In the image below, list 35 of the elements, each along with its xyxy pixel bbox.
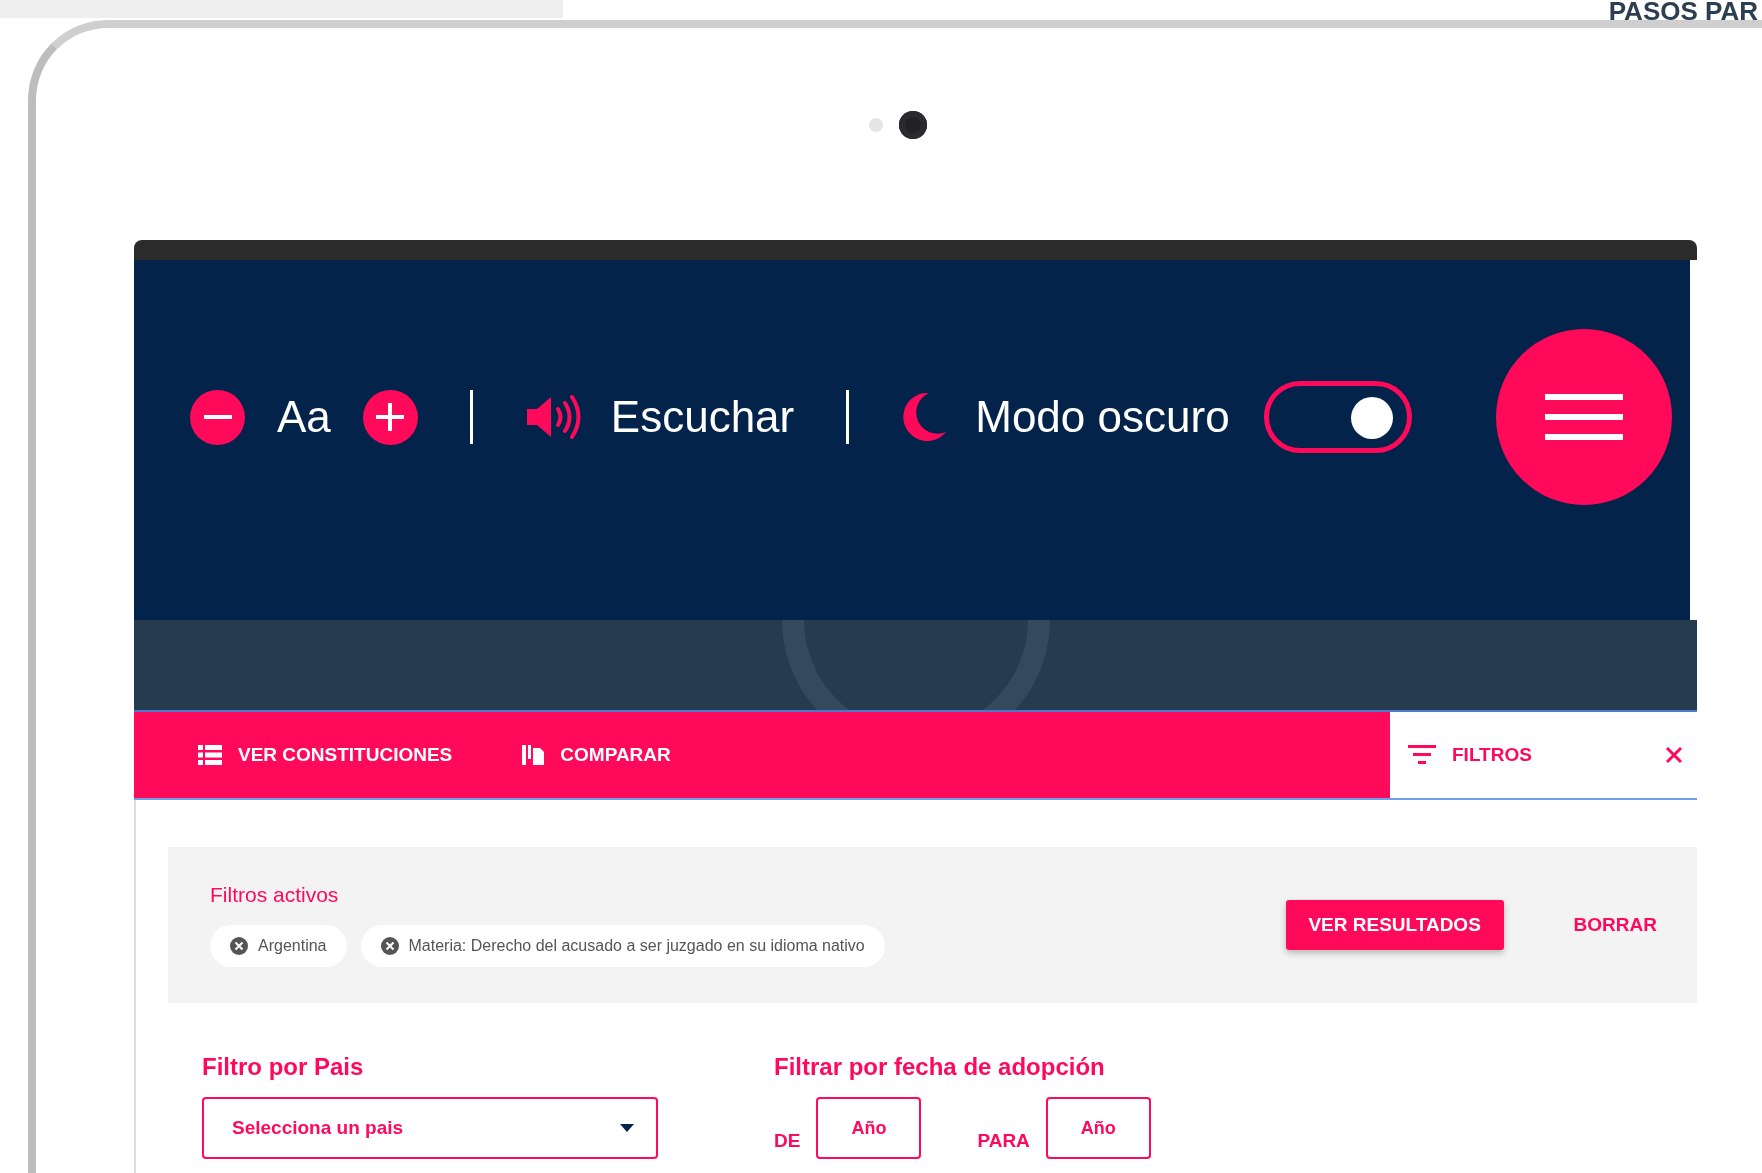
dark-mode-label: Modo oscuro [975,392,1230,442]
caret-icon [620,1124,634,1132]
nav-tab[interactable]: COMPARAR [522,744,671,766]
camera-lens [899,111,927,139]
moon-icon [901,392,948,442]
listen-button[interactable]: Escuchar [524,392,795,442]
date-filter-title: Filtrar por fecha de adopción [774,1053,1106,1081]
chip-label: Argentina [258,937,327,955]
view-results-button[interactable]: VER RESULTADOS [1285,900,1504,950]
documents-icon [522,745,545,765]
to-year-field[interactable]: Año [1045,1097,1151,1159]
filter-icon [1408,745,1436,765]
close-icon [1665,746,1683,764]
plus-icon [376,403,405,431]
speaker-icon [524,394,581,440]
font-size-label: Aa [277,392,331,442]
clear-button[interactable]: BORRAR [1573,914,1657,936]
remove-icon[interactable] [230,937,248,955]
to-label: PARA [977,1130,1030,1152]
nav-tab[interactable]: VER CONSTITUCIONES [198,744,453,766]
country-select[interactable]: Selecciona un pais [202,1097,658,1159]
remove-icon[interactable] [380,937,399,955]
chip-label: Materia: Derecho del acusado a ser juzgado en su idioma nativo [408,937,865,955]
active-filters-title: Filtros activos [210,883,340,907]
sensor-dot [869,118,883,132]
from-year-field[interactable]: Año [816,1097,922,1159]
menu-icon [1544,394,1623,440]
minus-icon [203,415,232,419]
country-filter-title: Filtro por Pais [202,1053,365,1081]
from-label: DE [774,1130,801,1152]
page-heading: PASOS PAR [1608,0,1758,27]
filters-tab[interactable]: FILTROS [1408,744,1532,766]
decrease-font-button[interactable] [190,389,245,445]
list-icon [198,745,222,765]
close-button[interactable] [1665,746,1683,764]
